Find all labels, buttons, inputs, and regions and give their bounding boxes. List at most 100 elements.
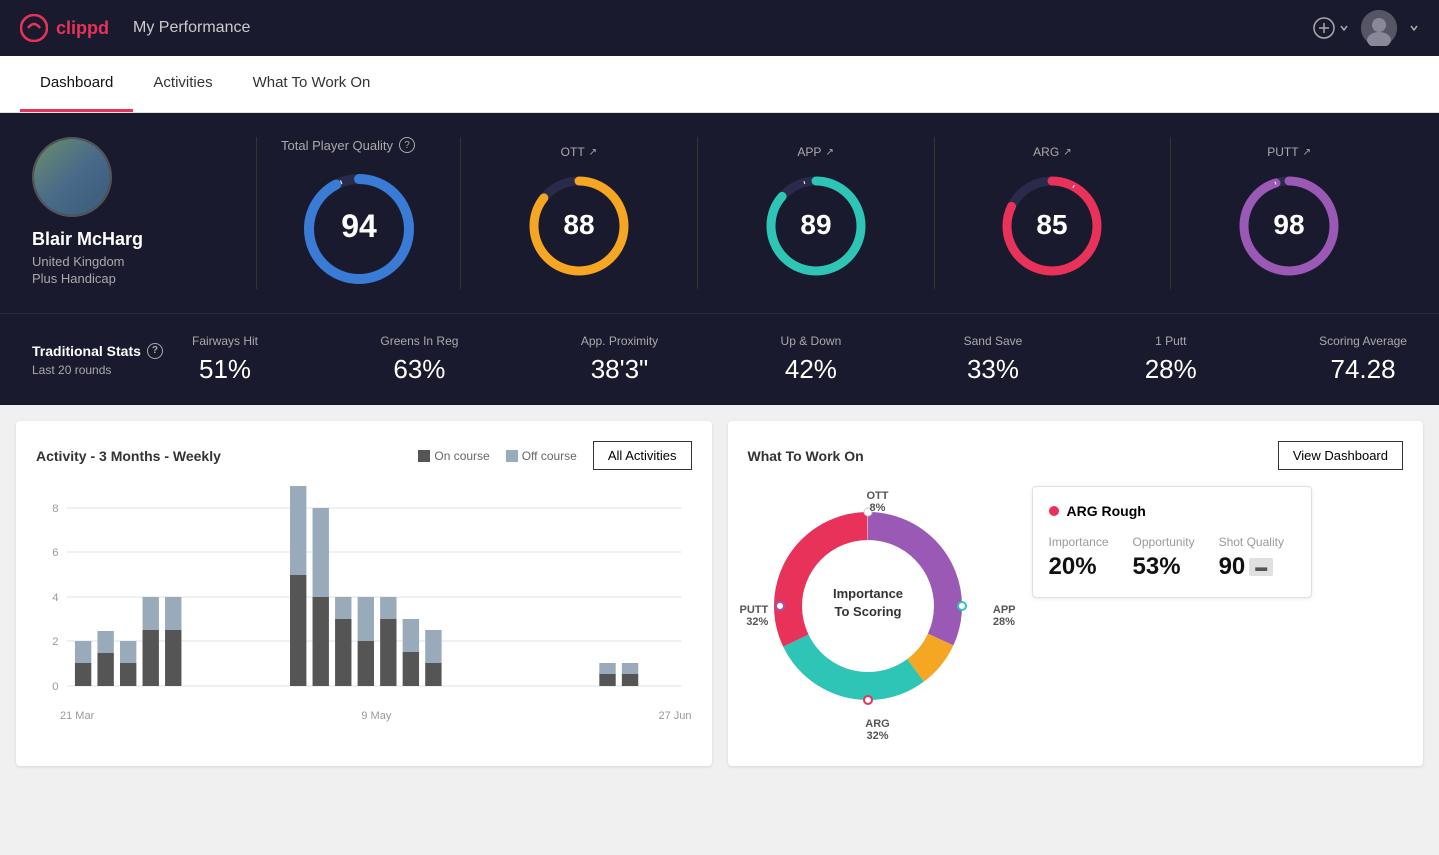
trad-item-updown: Up & Down 42% [781,334,842,385]
donut-chart: Importance To Scoring OTT 8% APP 28% [748,486,1008,746]
shot-quality-label: Shot Quality [1219,535,1284,549]
vertical-divider [256,137,257,289]
total-quality-section: Total Player Quality ? 94 [281,137,461,289]
importance-label: Importance [1049,535,1109,549]
svg-text:98: 98 [1274,209,1305,240]
wtwo-panel-header: What To Work On View Dashboard [748,441,1404,470]
opportunity-label: Opportunity [1133,535,1195,549]
arg-label: ARG ↗ [1033,145,1071,159]
ott-arrow-icon: ↗ [589,147,597,158]
quality-info-icon[interactable]: ? [399,137,415,153]
logo: clippd [20,14,109,42]
tab-what-to-work-on[interactable]: What To Work On [233,56,391,112]
scoring-label: Scoring Average [1319,334,1407,348]
ott-label: OTT ↗ [561,145,597,159]
avatar-chevron-icon [1409,23,1419,33]
svg-text:85: 85 [1037,209,1068,240]
svg-text:2: 2 [52,636,58,648]
chart-x-labels: 21 Mar 9 May 27 Jun [36,706,692,722]
view-dashboard-button[interactable]: View Dashboard [1278,441,1403,470]
bar-chart: 0 2 4 6 8 [36,486,692,706]
arg-donut-label: ARG 32% [865,718,889,742]
profile-country: United Kingdom [32,254,125,269]
off-course-dot [506,450,518,462]
1putt-value: 28% [1145,354,1197,385]
quality-label: Total Player Quality ? [281,137,436,153]
trad-stats-label: Traditional Stats ? Last 20 rounds [32,343,192,377]
activity-panel-header: Activity - 3 Months - Weekly On course O… [36,441,692,470]
trad-stats-subtitle: Last 20 rounds [32,363,192,377]
svg-text:88: 88 [563,209,594,240]
chart-legend: On course Off course [418,449,577,463]
add-button[interactable] [1313,17,1349,39]
nav-title: My Performance [133,19,250,37]
svg-text:6: 6 [52,547,58,559]
proximity-label: App. Proximity [581,334,658,348]
trad-item-scoring: Scoring Average 74.28 [1319,334,1407,385]
trad-item-1putt: 1 Putt 28% [1145,334,1197,385]
traditional-stats: Traditional Stats ? Last 20 rounds Fairw… [0,313,1439,405]
svg-text:0: 0 [52,681,58,693]
tab-activities[interactable]: Activities [133,56,232,112]
svg-text:To Scoring: To Scoring [834,604,901,619]
putt-donut-label: PUTT 32% [740,604,769,628]
cat-ring-ott: OTT ↗ 88 [461,137,698,289]
category-rings: OTT ↗ 88 APP ↗ [461,137,1407,289]
sandsave-value: 33% [964,354,1023,385]
cat-ring-putt: PUTT ↗ 98 [1171,137,1407,289]
trad-stats-title: Traditional Stats ? [32,343,192,359]
svg-text:89: 89 [800,209,831,240]
all-activities-button[interactable]: All Activities [593,441,692,470]
svg-text:4: 4 [52,592,58,604]
on-course-dot [418,450,430,462]
chevron-down-icon [1339,23,1349,33]
gir-value: 63% [380,354,458,385]
svg-text:Importance: Importance [832,586,902,601]
x-label-1: 21 Mar [60,710,94,722]
wtwo-panel-title: What To Work On [748,448,864,464]
hero-section: Blair McHarg United Kingdom Plus Handica… [0,113,1439,313]
svg-text:8: 8 [52,503,58,515]
tab-dashboard[interactable]: Dashboard [20,56,133,112]
activity-panel-title: Activity - 3 Months - Weekly [36,448,221,464]
gir-label: Greens In Reg [380,334,458,348]
score-badge: ▬ [1249,558,1273,576]
trad-info-icon[interactable]: ? [147,343,163,359]
profile-avatar [32,137,112,217]
arg-shot-quality: Shot Quality 90 ▬ [1219,535,1284,581]
cat-ring-arg: ARG ↗ 85 [935,137,1172,289]
arg-card-title: ARG Rough [1049,503,1295,519]
trad-stats-items: Fairways Hit 51% Greens In Reg 63% App. … [192,334,1407,385]
trad-item-fairways: Fairways Hit 51% [192,334,258,385]
tabs-bar: Dashboard Activities What To Work On [0,56,1439,113]
arg-arrow-icon: ↗ [1063,147,1071,158]
trad-item-gir: Greens In Reg 63% [380,334,458,385]
arg-card: ARG Rough Importance 20% Opportunity 53%… [1032,486,1312,598]
arg-metrics: Importance 20% Opportunity 53% Shot Qual… [1049,535,1295,581]
svg-text:94: 94 [341,208,377,244]
logo-text: clippd [56,18,109,39]
proximity-value: 38'3" [581,354,658,385]
x-label-2: 9 May [361,710,391,722]
app-arrow-icon: ↗ [825,147,833,158]
importance-value: 20% [1049,553,1109,581]
total-quality-ring: 94 [281,169,436,289]
fairways-value: 51% [192,354,258,385]
avatar[interactable] [1361,10,1397,46]
trad-item-sandsave: Sand Save 33% [964,334,1023,385]
wtwo-panel: What To Work On View Dashboard [728,421,1424,766]
arg-opportunity: Opportunity 53% [1133,535,1195,581]
cat-ring-app: APP ↗ 89 [698,137,935,289]
app-donut-label: APP 28% [993,604,1016,628]
nav-right [1313,10,1419,46]
legend-off-course: Off course [506,449,577,463]
trad-item-proximity: App. Proximity 38'3" [581,334,658,385]
scoring-value: 74.28 [1319,354,1407,385]
arg-card-dot [1049,506,1059,516]
putt-label: PUTT ↗ [1267,145,1311,159]
1putt-label: 1 Putt [1145,334,1197,348]
hero-stats: Total Player Quality ? 94 O [281,137,1407,289]
hero-profile: Blair McHarg United Kingdom Plus Handica… [32,137,232,289]
profile-handicap: Plus Handicap [32,271,116,286]
fairways-label: Fairways Hit [192,334,258,348]
